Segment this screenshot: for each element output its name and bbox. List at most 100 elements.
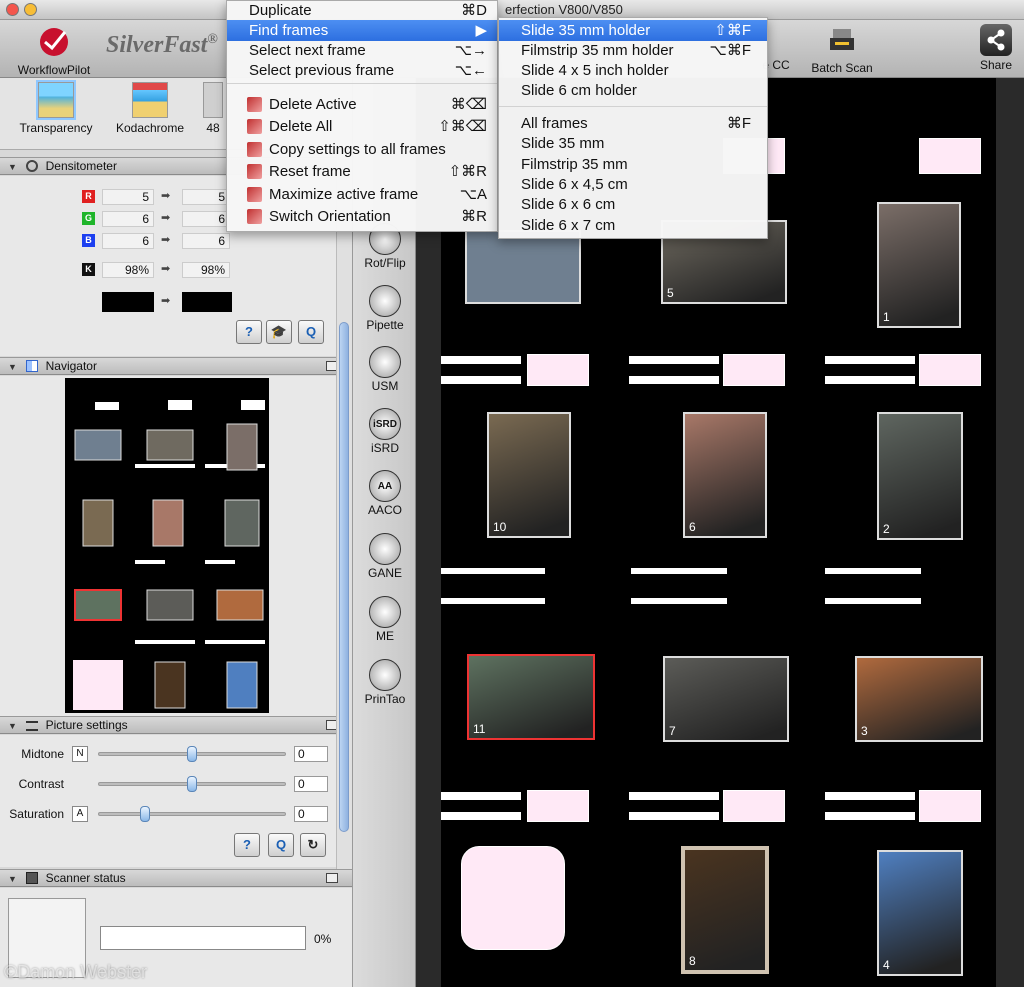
midtone-slider-knob[interactable] bbox=[187, 746, 197, 762]
help-button[interactable]: ? bbox=[236, 320, 262, 344]
arrow-right-icon: ➡ bbox=[161, 263, 171, 275]
frame-preview[interactable]: 10 bbox=[487, 412, 571, 538]
submenu-item-label: Slide 6 x 4,5 cm bbox=[521, 176, 628, 193]
tool-gane-button[interactable]: GANE bbox=[353, 533, 417, 580]
submenu-item-all-frames[interactable]: All frames ⌘F bbox=[499, 113, 767, 134]
workflowpilot-icon bbox=[40, 28, 68, 56]
tool-me-button[interactable]: ME bbox=[353, 596, 417, 643]
frame-number: 2 bbox=[883, 522, 890, 536]
preset-48[interactable]: 48 bbox=[200, 82, 226, 135]
navigator-title: Navigator bbox=[45, 359, 97, 373]
contrast-label: Contrast bbox=[18, 777, 64, 791]
saturation-slider-knob[interactable] bbox=[140, 806, 150, 822]
tutorial-button[interactable]: 🎓 bbox=[266, 320, 292, 344]
silverfast-logo: SilverFast® bbox=[106, 32, 218, 59]
panel-scrollbar-thumb[interactable] bbox=[339, 322, 349, 832]
share-button[interactable]: Share bbox=[972, 24, 1020, 72]
saturation-label: Saturation bbox=[9, 807, 64, 821]
preset-transparency[interactable]: Transparency bbox=[10, 80, 102, 135]
menu-item-select-previous-frame[interactable]: Select previous frame ⌥← bbox=[227, 60, 497, 81]
menu-item-duplicate[interactable]: Duplicate ⌘D bbox=[227, 0, 497, 21]
frame-number: 3 bbox=[861, 724, 868, 738]
menu-item-select-next-frame[interactable]: Select next frame ⌥→ bbox=[227, 40, 497, 61]
frame-preview[interactable]: 8 bbox=[681, 846, 769, 974]
collapse-triangle-icon[interactable]: ▼ bbox=[8, 159, 17, 176]
saturation-mode-tag[interactable]: A bbox=[72, 806, 88, 822]
channel-r-badge: R bbox=[82, 190, 95, 203]
menu-item-delete-active[interactable]: Delete Active ⌘⌫ bbox=[227, 94, 497, 115]
midtone-value[interactable]: 0 bbox=[294, 746, 328, 762]
preset-label: Transparency bbox=[19, 121, 93, 135]
submenu-item-slide-6-x-7-cm[interactable]: Slide 6 x 7 cm bbox=[499, 215, 767, 236]
menu-item-delete-all[interactable]: Delete All ⇧⌘⌫ bbox=[227, 116, 497, 137]
submenu-item-slide-6-x-4-5-cm[interactable]: Slide 6 x 4,5 cm bbox=[499, 174, 767, 195]
tool-usm-button[interactable]: USM bbox=[353, 346, 417, 393]
frame-preview[interactable]: 3 bbox=[855, 656, 983, 742]
menu-item-label: Reset frame bbox=[269, 163, 351, 180]
copy-icon bbox=[247, 142, 262, 157]
batch-scan-label: Batch Scan bbox=[811, 61, 873, 75]
delete-icon bbox=[247, 97, 262, 112]
picture-settings-header[interactable]: ▼ Picture settings bbox=[0, 716, 352, 734]
menu-item-switch-orientation[interactable]: Switch Orientation ⌘R bbox=[227, 206, 497, 227]
contrast-slider-knob[interactable] bbox=[187, 776, 197, 792]
menu-item-reset-frame[interactable]: Reset frame ⇧⌘R bbox=[227, 161, 497, 182]
navigator-overview[interactable] bbox=[65, 378, 269, 713]
reset-settings-button[interactable]: ↻ bbox=[300, 833, 326, 857]
menu-item-label: Copy settings to all frames bbox=[269, 141, 446, 158]
tool-printao-button[interactable]: PrinTao bbox=[353, 659, 417, 706]
midtone-mode-tag[interactable]: N bbox=[72, 746, 88, 762]
collapse-triangle-icon[interactable]: ▼ bbox=[8, 359, 17, 376]
scanner-status-header[interactable]: ▼ Scanner status bbox=[0, 869, 352, 887]
saturation-slider-track[interactable] bbox=[98, 812, 286, 816]
navigator-header[interactable]: ▼ Navigator bbox=[0, 357, 352, 375]
tool-pipette-button[interactable]: Pipette bbox=[353, 285, 417, 332]
submenu-item-label: All frames bbox=[521, 115, 588, 132]
quicktime-button[interactable]: Q bbox=[298, 320, 324, 344]
collapse-triangle-icon[interactable]: ▼ bbox=[8, 718, 17, 735]
saturation-value[interactable]: 0 bbox=[294, 806, 328, 822]
frame-preview-active[interactable]: 11 bbox=[467, 654, 595, 740]
collapse-triangle-icon[interactable]: ▼ bbox=[8, 871, 17, 888]
menu-item-label: Select next frame bbox=[249, 42, 366, 59]
share-label: Share bbox=[979, 58, 1013, 72]
arrow-right-icon: ➡ bbox=[161, 295, 171, 307]
submenu-item-slide-4-x-5-inch-holder[interactable]: Slide 4 x 5 inch holder bbox=[499, 60, 767, 81]
menu-item-label: Find frames bbox=[249, 22, 329, 39]
frame-preview[interactable]: 4 bbox=[877, 850, 963, 976]
workflowpilot-button[interactable]: WorkflowPilot bbox=[12, 24, 96, 77]
maximize-icon bbox=[247, 187, 262, 202]
submenu-item-filmstrip-35-mm[interactable]: Filmstrip 35 mm bbox=[499, 154, 767, 175]
submenu-item-label: Slide 6 cm holder bbox=[521, 82, 637, 99]
frame-preview[interactable]: 7 bbox=[663, 656, 789, 742]
minimize-window-button[interactable] bbox=[24, 3, 37, 16]
submenu-item-filmstrip-35-mm-holder[interactable]: Filmstrip 35 mm holder ⌥⌘F bbox=[499, 40, 767, 61]
frame-preview[interactable]: 1 bbox=[877, 202, 961, 328]
share-icon bbox=[980, 24, 1012, 56]
density-g-before: 6 bbox=[102, 211, 154, 227]
arrow-right-icon: ➡ bbox=[161, 212, 171, 224]
submenu-item-slide-6-x-6-cm[interactable]: Slide 6 x 6 cm bbox=[499, 194, 767, 215]
preset-kodachrome[interactable]: Kodachrome bbox=[108, 82, 192, 135]
contrast-value[interactable]: 0 bbox=[294, 776, 328, 792]
submenu-item-slide-35-mm-holder[interactable]: Slide 35 mm holder ⇧⌘F bbox=[499, 20, 767, 41]
tool-isrd-button[interactable]: iSRD iSRD bbox=[353, 408, 417, 455]
menu-item-maximize-active-frame[interactable]: Maximize active frame ⌥A bbox=[227, 184, 497, 205]
picture-settings-panel: Midtone N 0 Contrast 0 Saturation A 0 ? … bbox=[0, 735, 336, 867]
menu-item-find-frames[interactable]: Find frames ▶ bbox=[227, 20, 497, 41]
quicktime-button[interactable]: Q bbox=[268, 833, 294, 857]
tool-aaco-button[interactable]: AA AACO bbox=[353, 470, 417, 517]
submenu-item-label: Filmstrip 35 mm holder bbox=[521, 42, 674, 59]
frame-preview[interactable] bbox=[465, 230, 581, 304]
tool-label: Rot/Flip bbox=[364, 256, 406, 270]
submenu-item-slide-35-mm[interactable]: Slide 35 mm bbox=[499, 133, 767, 154]
batch-scan-button[interactable]: Batch Scan bbox=[806, 24, 878, 75]
detach-panel-icon[interactable] bbox=[326, 873, 338, 883]
menu-item-copy-settings-to-all-frames[interactable]: Copy settings to all frames bbox=[227, 139, 497, 160]
submenu-item-slide-6-cm-holder[interactable]: Slide 6 cm holder bbox=[499, 80, 767, 101]
frame-preview[interactable]: 6 bbox=[683, 412, 767, 538]
help-button[interactable]: ? bbox=[234, 833, 260, 857]
frame-preview[interactable]: 2 bbox=[877, 412, 963, 540]
submenu-item-shortcut: ⌘F bbox=[726, 115, 751, 132]
close-window-button[interactable] bbox=[6, 3, 19, 16]
